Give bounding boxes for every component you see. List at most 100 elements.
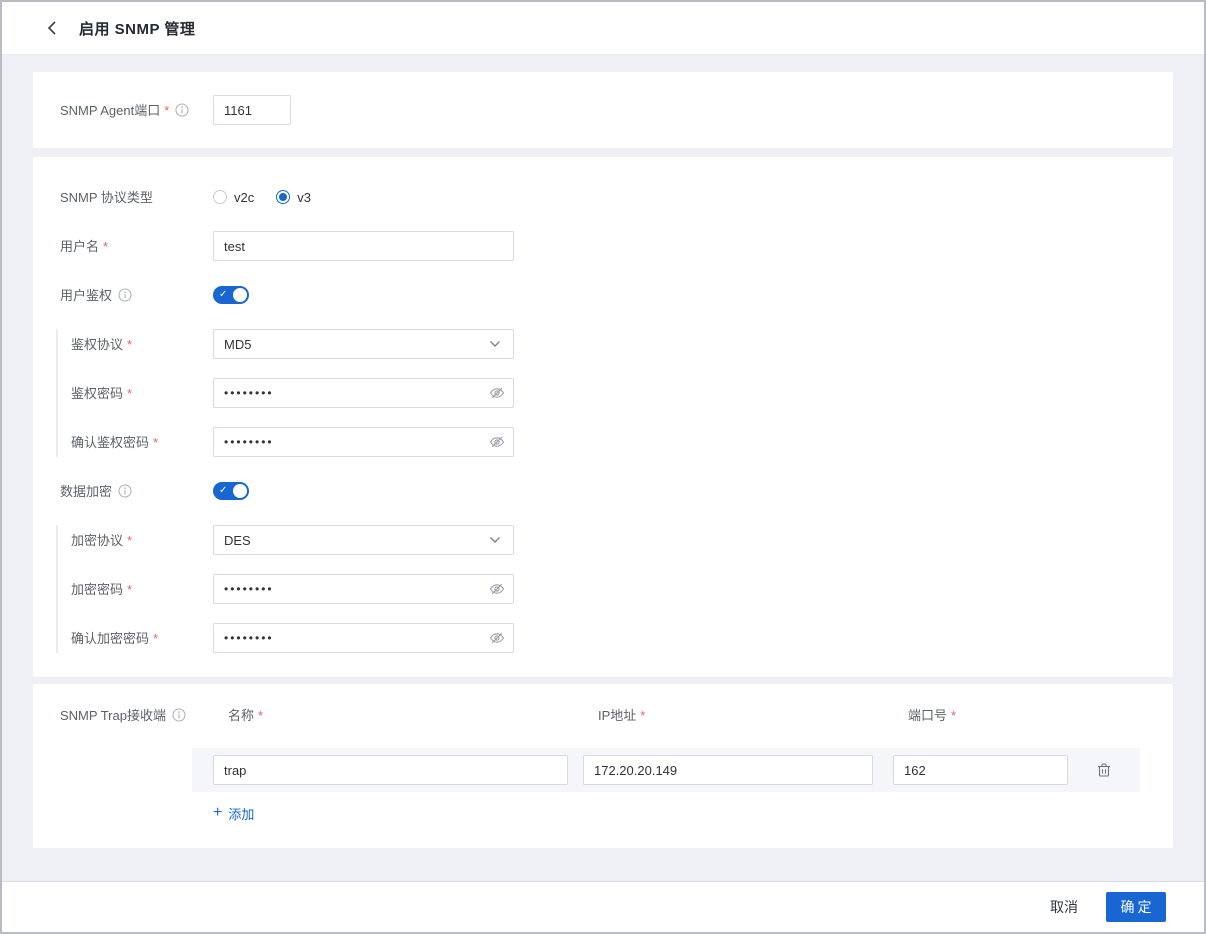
required-mark: * (164, 102, 170, 118)
encryption-confirm-field (213, 623, 514, 653)
auth-group: 鉴权协议 * MD5 鉴权密码 * •••••••• 确认鉴权密码 * ••••… (56, 329, 1173, 457)
trap-col-ip-label: IP地址 (598, 707, 637, 723)
delete-row-button[interactable] (1068, 762, 1140, 778)
chevron-down-icon (490, 341, 500, 347)
auth-password-input[interactable] (213, 378, 514, 408)
eye-off-icon[interactable] (489, 630, 505, 646)
username-label-wrap: 用户名 * (33, 240, 213, 253)
auth-confirm-field (213, 427, 514, 457)
auth-password-field (213, 378, 514, 408)
encryption-confirm-label-wrap: 确认加密密码 * (58, 632, 213, 645)
agent-port-input[interactable] (213, 95, 291, 125)
page-title: 启用 SNMP 管理 (79, 20, 196, 38)
radio-circle (276, 190, 291, 204)
radio-circle (213, 190, 227, 204)
footer-actions: 取消 确定 (2, 881, 1204, 932)
auth-password-row: 鉴权密码 * (58, 378, 1173, 408)
eye-off-icon[interactable] (489, 581, 505, 597)
back-button[interactable] (47, 20, 57, 36)
eye-off-icon[interactable] (489, 434, 505, 450)
protocol-type-label: SNMP 协议类型 (60, 189, 153, 205)
section-trap: SNMP Trap接收端 名称 * IP地址 * 端口号 * trap 172.… (33, 684, 1173, 848)
username-row: 用户名 * (33, 231, 1173, 261)
auth-protocol-label-wrap: 鉴权协议 * (58, 338, 213, 351)
radio-v3[interactable]: v3 (276, 190, 311, 205)
check-icon: ✓ (219, 484, 228, 496)
required-mark: * (153, 630, 159, 646)
trap-col-port: 端口号 * (893, 709, 1068, 722)
auth-protocol-label: 鉴权协议 (71, 336, 124, 352)
required-mark: * (103, 238, 109, 254)
encryption-group: 加密协议 * DES 加密密码 * •••••••• 确认加密密码 * ••••… (56, 525, 1173, 653)
toggle-knob (233, 484, 247, 498)
encryption-password-input[interactable] (213, 574, 514, 604)
radio-label: v3 (297, 189, 311, 205)
trap-col-name-label: 名称 (228, 707, 255, 723)
encryption-protocol-label: 加密协议 (71, 532, 124, 548)
auth-protocol-row: 鉴权协议 * MD5 (58, 329, 1173, 359)
trash-icon (1098, 763, 1110, 777)
auth-password-label-wrap: 鉴权密码 * (58, 387, 213, 400)
encryption-password-field (213, 574, 514, 604)
required-mark: * (127, 336, 133, 352)
eye-off-icon[interactable] (489, 385, 505, 401)
trap-col-port-label: 端口号 (908, 707, 948, 723)
encryption-toggle-label-wrap: 数据加密 (33, 484, 213, 498)
auth-toggle-label: 用户鉴权 (60, 287, 113, 303)
protocol-type-row: SNMP 协议类型 v2c v3 (33, 182, 1173, 212)
agent-port-label: SNMP Agent端口 (60, 102, 161, 118)
trap-column-headers: 名称 * IP地址 * 端口号 * (192, 706, 1140, 724)
username-input[interactable] (213, 231, 514, 261)
add-receiver-button[interactable]: + 添加 (213, 804, 254, 822)
trap-col-ip: IP地址 * (583, 709, 893, 722)
required-mark: * (640, 707, 646, 723)
toggle-knob (233, 288, 247, 302)
protocol-type-label-wrap: SNMP 协议类型 (33, 191, 213, 204)
info-icon[interactable] (172, 708, 186, 722)
chevron-left-icon (47, 21, 56, 35)
confirm-button[interactable]: 确定 (1106, 892, 1166, 922)
agent-port-label-wrap: SNMP Agent端口 * (33, 103, 213, 117)
info-icon[interactable] (175, 103, 189, 117)
trap-col-name: 名称 * (213, 709, 583, 722)
required-mark: * (153, 434, 159, 450)
encryption-protocol-row: 加密协议 * DES (58, 525, 1173, 555)
trap-label-wrap: SNMP Trap接收端 (33, 706, 192, 724)
trap-ip-input[interactable] (583, 755, 873, 785)
auth-confirm-label-wrap: 确认鉴权密码 * (58, 436, 213, 449)
info-icon[interactable] (118, 484, 132, 498)
encryption-password-label-wrap: 加密密码 * (58, 583, 213, 596)
encryption-password-row: 加密密码 * (58, 574, 1173, 604)
add-receiver-label: 添加 (228, 806, 255, 822)
auth-confirm-input[interactable] (213, 427, 514, 457)
username-label: 用户名 (60, 238, 100, 254)
trap-name-input[interactable] (213, 755, 568, 785)
required-mark: * (127, 385, 133, 401)
encryption-toggle[interactable]: ✓ (213, 482, 249, 500)
encryption-confirm-input[interactable] (213, 623, 514, 653)
trap-content: 名称 * IP地址 * 端口号 * trap 172.20.20.149 162… (192, 706, 1140, 822)
trap-port-input[interactable] (893, 755, 1068, 785)
trap-receiver-row (192, 748, 1140, 792)
encryption-confirm-label: 确认加密密码 (71, 630, 150, 646)
chevron-down-icon (490, 537, 500, 543)
radio-v2c[interactable]: v2c (213, 190, 254, 205)
encryption-protocol-select[interactable]: DES (213, 525, 514, 555)
cancel-button[interactable]: 取消 (1046, 891, 1082, 923)
section-protocol: SNMP 协议类型 v2c v3 用户名 * test 用户鉴权 ✓ 鉴权协议 … (33, 157, 1173, 677)
auth-toggle-label-wrap: 用户鉴权 (33, 288, 213, 302)
radio-label: v2c (234, 189, 255, 205)
select-value: DES (224, 532, 251, 548)
info-icon[interactable] (118, 288, 132, 302)
encryption-protocol-label-wrap: 加密协议 * (58, 534, 213, 547)
auth-protocol-select[interactable]: MD5 (213, 329, 514, 359)
plus-icon: + (213, 804, 223, 821)
auth-confirm-label: 确认鉴权密码 (71, 434, 150, 450)
required-mark: * (127, 532, 133, 548)
encryption-toggle-row: 数据加密 ✓ (33, 476, 1173, 506)
protocol-radio-group: v2c v3 (213, 190, 333, 205)
auth-toggle[interactable]: ✓ (213, 286, 249, 304)
auth-toggle-row: 用户鉴权 ✓ (33, 280, 1173, 310)
required-mark: * (951, 707, 957, 723)
snmp-settings-window: 启用 SNMP 管理 SNMP Agent端口 * SNMP 协议类型 (0, 0, 1206, 934)
